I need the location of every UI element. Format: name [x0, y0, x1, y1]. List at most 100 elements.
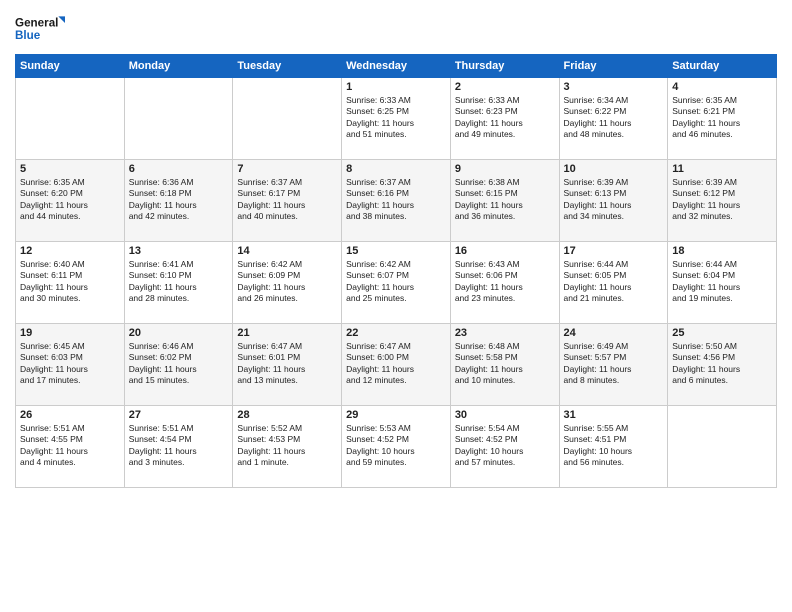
logo: General Blue — [15, 10, 65, 46]
calendar-cell: 14 Sunrise: 6:42 AM Sunset: 6:09 PM Dayli… — [233, 242, 342, 324]
day-info: Sunrise: 6:42 AM Sunset: 6:07 PM Dayligh… — [346, 259, 446, 305]
weekday-header: Tuesday — [233, 55, 342, 78]
day-info: Sunrise: 6:37 AM Sunset: 6:16 PM Dayligh… — [346, 177, 446, 223]
calendar-cell: 24Sunrise: 6:49 AM Sunset: 5:57 PM Dayli… — [559, 324, 668, 406]
day-info: Sunrise: 6:35 AM Sunset: 6:20 PM Dayligh… — [20, 177, 120, 223]
svg-text:General: General — [15, 16, 58, 29]
day-info: Sunrise: 6:41 AM Sunset: 6:10 PM Dayligh… — [129, 259, 229, 305]
calendar-cell: 11 Sunrise: 6:39 AM Sunset: 6:12 PM Dayli… — [668, 160, 777, 242]
weekday-header: Monday — [124, 55, 233, 78]
calendar-cell: 22 Sunrise: 6:47 AM Sunset: 6:00 PM Dayli… — [342, 324, 451, 406]
day-info: Sunrise: 6:39 AM Sunset: 6:13 PM Dayligh… — [564, 177, 664, 223]
calendar-cell: 18 Sunrise: 6:44 AM Sunset: 6:04 PM Dayli… — [668, 242, 777, 324]
weekday-header: Friday — [559, 55, 668, 78]
calendar-cell — [668, 406, 777, 488]
day-number: 14 — [237, 245, 337, 257]
calendar-cell: 15 Sunrise: 6:42 AM Sunset: 6:07 PM Dayli… — [342, 242, 451, 324]
svg-text:Blue: Blue — [15, 29, 41, 42]
day-number: 10 — [564, 163, 664, 175]
calendar-cell: 13 Sunrise: 6:41 AM Sunset: 6:10 PM Dayli… — [124, 242, 233, 324]
day-number: 15 — [346, 245, 446, 257]
calendar-cell: 19Sunrise: 6:45 AM Sunset: 6:03 PM Dayli… — [16, 324, 125, 406]
calendar-week-row: 12 Sunrise: 6:40 AM Sunset: 6:11 PM Dayli… — [16, 242, 777, 324]
logo-svg: General Blue — [15, 10, 65, 46]
calendar-cell — [124, 78, 233, 160]
calendar-cell: 1Sunrise: 6:33 AM Sunset: 6:25 PM Daylig… — [342, 78, 451, 160]
calendar-table: SundayMondayTuesdayWednesdayThursdayFrid… — [15, 54, 777, 488]
day-info: Sunrise: 6:44 AM Sunset: 6:04 PM Dayligh… — [672, 259, 772, 305]
day-number: 30 — [455, 409, 555, 421]
calendar-cell: 6 Sunrise: 6:36 AM Sunset: 6:18 PM Daylig… — [124, 160, 233, 242]
day-number: 20 — [129, 327, 229, 339]
calendar-header-row: SundayMondayTuesdayWednesdayThursdayFrid… — [16, 55, 777, 78]
calendar-cell: 10 Sunrise: 6:39 AM Sunset: 6:13 PM Dayli… — [559, 160, 668, 242]
calendar-week-row: 5 Sunrise: 6:35 AM Sunset: 6:20 PM Daylig… — [16, 160, 777, 242]
day-number: 31 — [564, 409, 664, 421]
calendar-cell: 20 Sunrise: 6:46 AM Sunset: 6:02 PM Dayli… — [124, 324, 233, 406]
day-info: Sunrise: 6:45 AM Sunset: 6:03 PM Dayligh… — [20, 341, 120, 387]
day-number: 16 — [455, 245, 555, 257]
calendar-cell: 21 Sunrise: 6:47 AM Sunset: 6:01 PM Dayli… — [233, 324, 342, 406]
day-number: 17 — [564, 245, 664, 257]
calendar-cell — [233, 78, 342, 160]
day-info: Sunrise: 5:53 AM Sunset: 4:52 PM Dayligh… — [346, 423, 446, 469]
calendar-cell: 17Sunrise: 6:44 AM Sunset: 6:05 PM Dayli… — [559, 242, 668, 324]
calendar-cell: 4 Sunrise: 6:35 AM Sunset: 6:21 PM Daylig… — [668, 78, 777, 160]
day-info: Sunrise: 6:39 AM Sunset: 6:12 PM Dayligh… — [672, 177, 772, 223]
day-number: 6 — [129, 163, 229, 175]
calendar-cell — [16, 78, 125, 160]
calendar-cell: 2 Sunrise: 6:33 AM Sunset: 6:23 PM Daylig… — [450, 78, 559, 160]
calendar-cell: 16 Sunrise: 6:43 AM Sunset: 6:06 PM Dayli… — [450, 242, 559, 324]
day-info: Sunrise: 5:52 AM Sunset: 4:53 PM Dayligh… — [237, 423, 337, 469]
day-info: Sunrise: 6:37 AM Sunset: 6:17 PM Dayligh… — [237, 177, 337, 223]
day-number: 29 — [346, 409, 446, 421]
day-number: 18 — [672, 245, 772, 257]
day-info: Sunrise: 5:51 AM Sunset: 4:55 PM Dayligh… — [20, 423, 120, 469]
day-info: Sunrise: 6:49 AM Sunset: 5:57 PM Dayligh… — [564, 341, 664, 387]
calendar-week-row: 19Sunrise: 6:45 AM Sunset: 6:03 PM Dayli… — [16, 324, 777, 406]
weekday-header: Thursday — [450, 55, 559, 78]
day-info: Sunrise: 6:34 AM Sunset: 6:22 PM Dayligh… — [564, 95, 664, 141]
day-info: Sunrise: 6:47 AM Sunset: 6:01 PM Dayligh… — [237, 341, 337, 387]
day-number: 28 — [237, 409, 337, 421]
calendar-cell: 23 Sunrise: 6:48 AM Sunset: 5:58 PM Dayli… — [450, 324, 559, 406]
day-number: 4 — [672, 81, 772, 93]
header: General Blue — [15, 10, 777, 46]
day-number: 7 — [237, 163, 337, 175]
day-number: 13 — [129, 245, 229, 257]
day-number: 11 — [672, 163, 772, 175]
day-info: Sunrise: 6:40 AM Sunset: 6:11 PM Dayligh… — [20, 259, 120, 305]
day-info: Sunrise: 5:51 AM Sunset: 4:54 PM Dayligh… — [129, 423, 229, 469]
day-number: 8 — [346, 163, 446, 175]
day-number: 2 — [455, 81, 555, 93]
day-number: 3 — [564, 81, 664, 93]
day-info: Sunrise: 6:43 AM Sunset: 6:06 PM Dayligh… — [455, 259, 555, 305]
day-info: Sunrise: 6:35 AM Sunset: 6:21 PM Dayligh… — [672, 95, 772, 141]
day-info: Sunrise: 6:33 AM Sunset: 6:23 PM Dayligh… — [455, 95, 555, 141]
day-info: Sunrise: 6:47 AM Sunset: 6:00 PM Dayligh… — [346, 341, 446, 387]
weekday-header: Saturday — [668, 55, 777, 78]
day-info: Sunrise: 6:36 AM Sunset: 6:18 PM Dayligh… — [129, 177, 229, 223]
day-number: 22 — [346, 327, 446, 339]
day-info: Sunrise: 6:46 AM Sunset: 6:02 PM Dayligh… — [129, 341, 229, 387]
calendar-cell: 28 Sunrise: 5:52 AM Sunset: 4:53 PM Dayli… — [233, 406, 342, 488]
day-number: 27 — [129, 409, 229, 421]
day-number: 25 — [672, 327, 772, 339]
day-info: Sunrise: 5:54 AM Sunset: 4:52 PM Dayligh… — [455, 423, 555, 469]
page: General Blue SundayMondayTuesdayWednesda… — [0, 0, 792, 612]
day-number: 23 — [455, 327, 555, 339]
day-number: 21 — [237, 327, 337, 339]
day-info: Sunrise: 6:42 AM Sunset: 6:09 PM Dayligh… — [237, 259, 337, 305]
day-info: Sunrise: 6:38 AM Sunset: 6:15 PM Dayligh… — [455, 177, 555, 223]
day-number: 1 — [346, 81, 446, 93]
calendar-cell: 30 Sunrise: 5:54 AM Sunset: 4:52 PM Dayli… — [450, 406, 559, 488]
weekday-header: Wednesday — [342, 55, 451, 78]
calendar-cell: 5 Sunrise: 6:35 AM Sunset: 6:20 PM Daylig… — [16, 160, 125, 242]
day-number: 12 — [20, 245, 120, 257]
day-info: Sunrise: 5:55 AM Sunset: 4:51 PM Dayligh… — [564, 423, 664, 469]
calendar-cell: 25Sunrise: 5:50 AM Sunset: 4:56 PM Dayli… — [668, 324, 777, 406]
day-number: 26 — [20, 409, 120, 421]
day-number: 5 — [20, 163, 120, 175]
day-info: Sunrise: 6:48 AM Sunset: 5:58 PM Dayligh… — [455, 341, 555, 387]
calendar-cell: 31 Sunrise: 5:55 AM Sunset: 4:51 PM Dayli… — [559, 406, 668, 488]
